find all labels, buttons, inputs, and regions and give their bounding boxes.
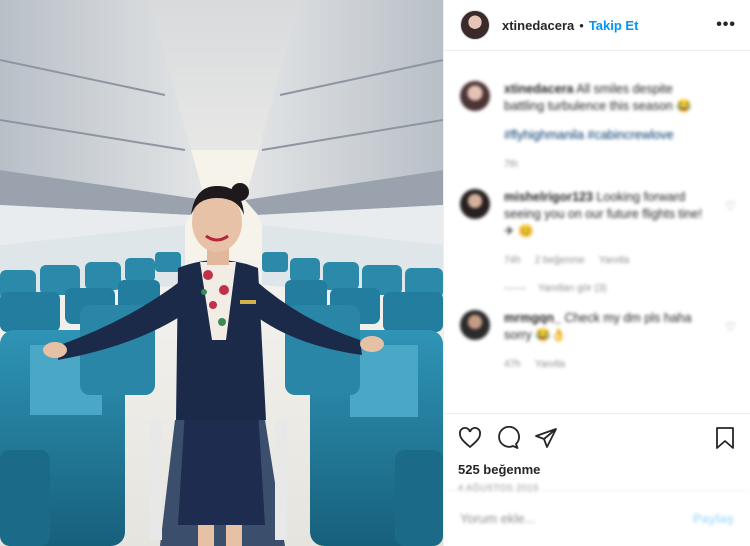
caption-avatar[interactable] — [460, 81, 490, 111]
share-paper-plane-icon[interactable] — [534, 426, 558, 450]
action-icons — [458, 424, 736, 452]
follow-button[interactable]: Takip Et — [589, 18, 639, 33]
commenter-avatar[interactable] — [460, 310, 490, 340]
caption-time: 7th — [504, 159, 518, 170]
author-username[interactable]: xtinedacera — [502, 18, 574, 33]
reply-button[interactable]: Yanıtla — [535, 356, 565, 373]
post-photo[interactable] — [0, 0, 443, 546]
post-side-panel: xtinedacera • Takip Et ••• xtinedacera A… — [443, 0, 750, 546]
instagram-post: xtinedacera • Takip Et ••• xtinedacera A… — [0, 0, 750, 546]
comments-list[interactable]: xtinedacera All smiles despite battling … — [444, 51, 750, 413]
like-heart-icon[interactable] — [458, 426, 482, 450]
comment-row: mrmgqn_ Check my dm pls haha sorry 😂👌 47… — [460, 310, 736, 373]
post-actions: 525 beğenme 4 AĞUSTOS 2019 — [444, 413, 750, 493]
more-options-icon[interactable]: ••• — [716, 16, 736, 34]
view-replies[interactable]: Yanıtları gör (3) — [504, 283, 736, 294]
like-count[interactable]: 525 beğenme — [458, 462, 736, 477]
separator-dot: • — [579, 17, 584, 33]
comment-like-heart-icon[interactable]: ♡ — [725, 199, 736, 213]
comment-text-block: mrmgqn_ Check my dm pls haha sorry 😂👌 47… — [504, 310, 709, 373]
caption-hashtags[interactable]: #flyhighmanila #cabincrewlove — [504, 127, 709, 144]
comment-time: 74h — [504, 255, 521, 266]
post-comment-button[interactable]: Paylaş — [693, 511, 734, 526]
post-header: xtinedacera • Takip Et ••• — [444, 0, 750, 51]
comment-input[interactable]: Yorum ekle... — [460, 511, 535, 526]
caption-row: xtinedacera All smiles despite battling … — [460, 81, 736, 173]
comment-time: 47h — [504, 359, 521, 370]
add-comment-bar: Yorum ekle... Paylaş — [444, 490, 750, 546]
comment-bubble-icon[interactable] — [496, 426, 520, 450]
comment-text-block: mishelrigor123 Looking forward seeing yo… — [504, 189, 709, 269]
comment-row: mishelrigor123 Looking forward seeing yo… — [460, 189, 736, 269]
caption-username[interactable]: xtinedacera — [504, 82, 573, 96]
commenter-avatar[interactable] — [460, 189, 490, 219]
caption-text-block: xtinedacera All smiles despite battling … — [504, 81, 709, 173]
comment-username[interactable]: mrmgqn_ — [504, 311, 561, 325]
bookmark-icon[interactable] — [714, 426, 736, 450]
comment-like-heart-icon[interactable]: ♡ — [725, 320, 736, 334]
author-avatar[interactable] — [460, 10, 490, 40]
comment-username[interactable]: mishelrigor123 — [504, 190, 593, 204]
reply-button[interactable]: Yanıtla — [599, 252, 629, 269]
replies-line — [504, 288, 526, 289]
comment-likes[interactable]: 2 beğenme — [535, 252, 585, 269]
view-replies-label[interactable]: Yanıtları gör (3) — [538, 283, 607, 294]
